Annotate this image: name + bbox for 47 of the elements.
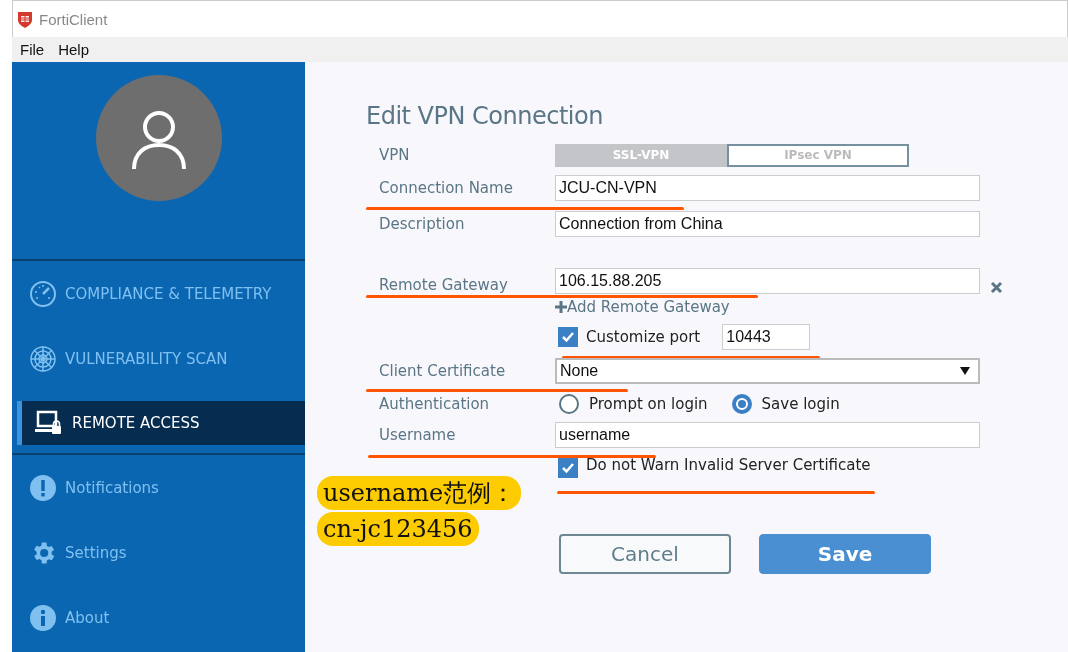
- field-label: Authentication: [378, 395, 491, 413]
- sidebar-item[interactable]: VULNERABILITY SCAN: [12, 326, 305, 391]
- checkbox-label: Do not Warn Invalid Server Certificate: [586, 456, 871, 474]
- text-field[interactable]: Connection from China: [555, 211, 980, 237]
- radio-label: Save login: [761, 395, 840, 413]
- window-title: FortiClient: [39, 10, 108, 28]
- field-label: Remote Gateway: [378, 276, 509, 294]
- sidebar-item[interactable]: COMPLIANCE & TELEMETRY: [12, 261, 305, 326]
- radar-icon: [29, 344, 57, 373]
- field-label: Description: [378, 215, 466, 233]
- sidebar-item[interactable]: Settings: [12, 520, 305, 585]
- dropdown[interactable]: None: [555, 358, 980, 384]
- alert-icon: [29, 473, 57, 502]
- checkbox-label: Customize port: [586, 328, 701, 346]
- field-label: VPN: [378, 146, 411, 164]
- caret-icon: [960, 367, 970, 375]
- field-label: Connection Name: [378, 179, 514, 197]
- add-gateway-link[interactable]: Add Remote Gateway: [567, 298, 730, 316]
- field-label: Client Certificate: [378, 362, 507, 380]
- text-field[interactable]: JCU-CN-VPN: [555, 175, 980, 201]
- page-title: Edit VPN Connection: [366, 102, 604, 130]
- menu-item[interactable]: Help: [58, 41, 90, 58]
- laptop-lock-icon: [34, 409, 64, 437]
- shield-logo-icon: [17, 10, 33, 28]
- text-field[interactable]: username: [555, 422, 980, 448]
- cancel-button[interactable]: Cancel: [559, 534, 731, 574]
- radio-label: Prompt on login: [589, 395, 708, 413]
- radio-button[interactable]: [731, 394, 752, 414]
- checkbox[interactable]: [558, 458, 578, 478]
- gauge-icon: [29, 279, 57, 308]
- info-icon: [29, 603, 57, 632]
- port-field[interactable]: 10443: [722, 324, 811, 350]
- sidebar-item[interactable]: REMOTE ACCESS: [17, 401, 305, 445]
- plus-icon: [555, 301, 567, 313]
- text-field[interactable]: 106.15.88.205: [555, 268, 980, 294]
- annotation-note: username范例：: [317, 476, 522, 510]
- checkbox[interactable]: [558, 327, 578, 347]
- close-icon[interactable]: [990, 281, 1003, 294]
- save-button[interactable]: Save: [759, 534, 931, 574]
- checkmark-icon: [561, 331, 575, 343]
- sidebar-item[interactable]: Notifications: [12, 455, 305, 520]
- menu-item[interactable]: File: [20, 41, 45, 58]
- sidebar-item[interactable]: About: [12, 585, 305, 650]
- annotation-note: cn-jc123456: [317, 512, 479, 546]
- checkmark-icon: [561, 462, 575, 474]
- field-label: Username: [378, 426, 457, 444]
- radio-button[interactable]: [559, 394, 579, 414]
